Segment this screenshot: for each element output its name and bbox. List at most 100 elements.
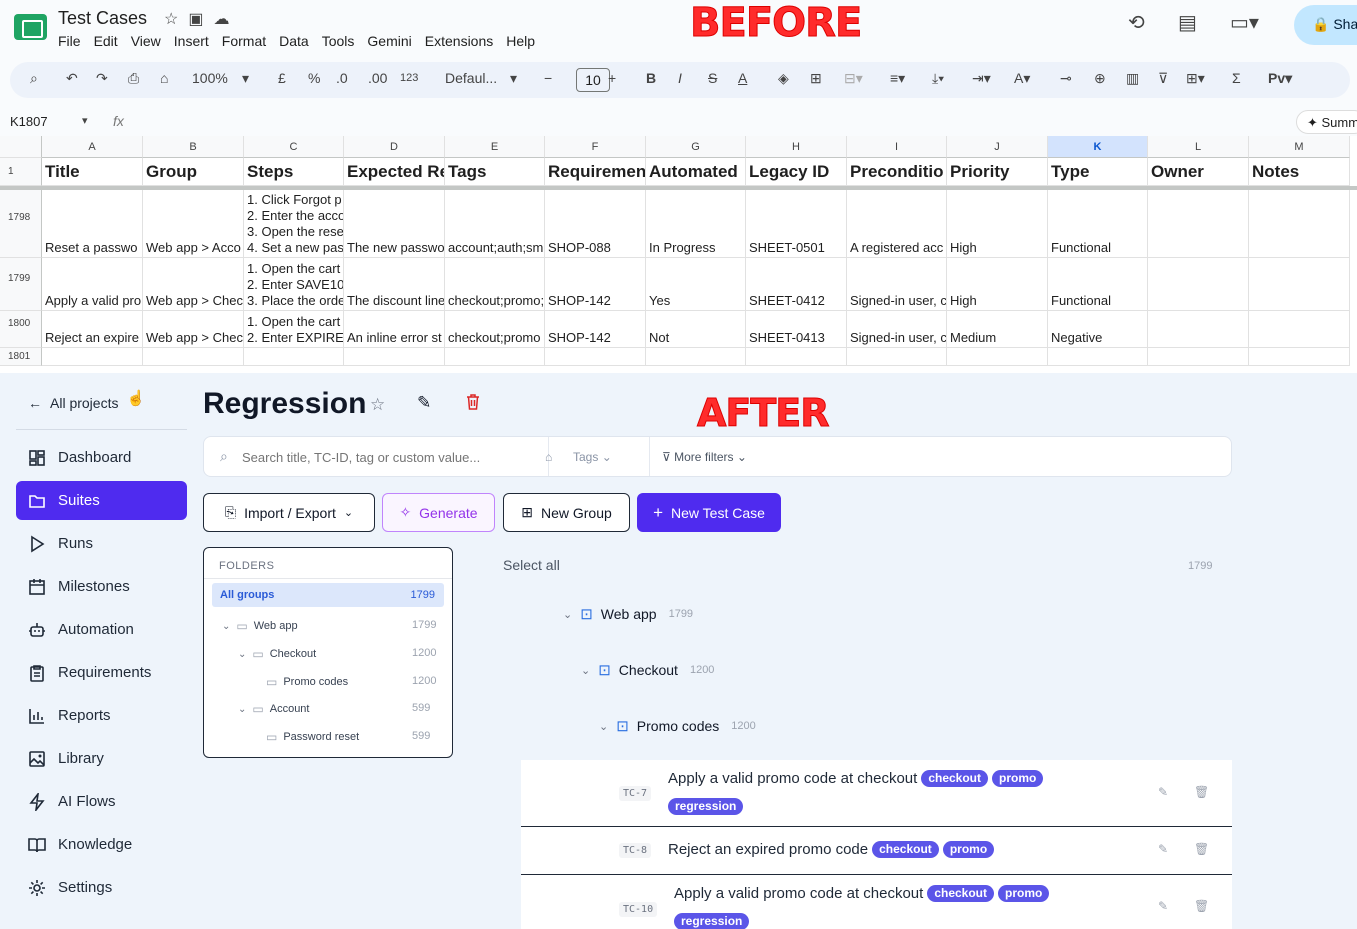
header-cell[interactable]: Automated — [646, 158, 746, 186]
tag-badge[interactable]: promo — [942, 841, 995, 858]
increase-font-icon[interactable]: + — [608, 70, 616, 86]
header-cell[interactable]: Group — [143, 158, 244, 186]
column-header-a[interactable]: A — [42, 136, 143, 158]
column-header-l[interactable]: L — [1148, 136, 1249, 158]
spreadsheet-grid[interactable]: A B C D E F G H I J K L M 1 Title Group Steps Expected Re… — [0, 136, 1357, 373]
table-cell[interactable]: SHEET-0413 — [746, 311, 847, 348]
input-tools-icon[interactable]: Pv▾ — [1268, 70, 1292, 87]
column-header-k[interactable]: K — [1048, 136, 1148, 158]
chevron-down-icon[interactable]: ⌄ — [581, 664, 590, 677]
test-case-title[interactable]: Apply a valid promo code at checkout chec… — [674, 885, 1050, 902]
trash-icon[interactable]: 🗑 — [1194, 785, 1209, 799]
sidebar-item-knowledge[interactable]: Knowledge — [16, 825, 187, 864]
search-input[interactable] — [242, 450, 532, 465]
align-icon[interactable]: ≡▾ — [890, 70, 905, 87]
tag-badge[interactable]: promo — [992, 770, 1044, 787]
table-cell[interactable] — [1249, 348, 1350, 366]
link-icon[interactable]: ⊸ — [1060, 70, 1072, 87]
table-cell[interactable]: The new passwo — [344, 190, 445, 258]
increase-decimal-button[interactable]: .00 — [368, 70, 387, 86]
all-projects-link[interactable]: ← All projects ☝ — [28, 390, 145, 411]
menu-item-help[interactable]: Help — [506, 33, 535, 49]
column-header-j[interactable]: J — [947, 136, 1048, 158]
table-icon[interactable]: ⊞▾ — [1186, 70, 1205, 87]
folder-all-groups[interactable]: All groups 1799 — [212, 583, 444, 607]
table-cell[interactable] — [1148, 258, 1249, 311]
table-cell[interactable]: checkout;promo — [445, 311, 545, 348]
table-cell[interactable]: 1. Open the cart 2. Enter SAVE10 3. Place … — [244, 258, 344, 311]
test-case-title[interactable]: Apply a valid promo code at checkout chec… — [668, 770, 1044, 787]
header-cell[interactable]: Owner — [1148, 158, 1249, 186]
table-cell[interactable] — [1249, 258, 1350, 311]
test-case-title[interactable]: Reject an expired promo code checkout prom… — [668, 841, 995, 858]
sidebar-item-library[interactable]: Library — [16, 739, 187, 778]
table-cell[interactable]: Web app > Chec — [143, 311, 244, 348]
table-cell[interactable]: Functional — [1048, 258, 1148, 311]
tag-badge[interactable]: regression — [668, 798, 744, 815]
table-cell[interactable]: Web app > Acco — [143, 190, 244, 258]
table-cell[interactable] — [42, 348, 143, 366]
column-header-h[interactable]: H — [746, 136, 847, 158]
new-group-button[interactable]: ⊞ New Group — [503, 493, 630, 532]
strikethrough-icon[interactable]: S — [708, 70, 717, 86]
sidebar-item-runs[interactable]: Runs — [16, 524, 187, 563]
chevron-down-icon[interactable]: ⌄ — [563, 608, 572, 621]
table-cell[interactable]: SHEET-0501 — [746, 190, 847, 258]
table-cell[interactable]: High — [947, 258, 1048, 311]
sidebar-item-automation[interactable]: Automation — [16, 610, 187, 649]
import-export-button[interactable]: ⎘ Import / Export ⌄ — [203, 493, 375, 532]
table-cell[interactable]: 1. Open the cart 2. Enter EXPIRE — [244, 311, 344, 348]
table-cell[interactable]: SHOP-088 — [545, 190, 646, 258]
table-cell[interactable] — [445, 348, 545, 366]
number-format-button[interactable]: 123 — [400, 72, 418, 84]
menu-item-file[interactable]: File — [58, 33, 81, 49]
header-cell[interactable]: Expected Re — [344, 158, 445, 186]
font-size-input[interactable]: 10 — [576, 68, 610, 92]
tree-group-checkout[interactable]: ⌄ ⊡ Checkout 1200 — [581, 661, 714, 679]
header-cell[interactable]: Preconditio — [847, 158, 947, 186]
chevron-down-icon[interactable]: ⌄ — [238, 649, 246, 660]
table-cell[interactable] — [847, 348, 947, 366]
table-cell[interactable] — [1249, 190, 1350, 258]
table-cell[interactable] — [344, 348, 445, 366]
text-color-icon[interactable]: A — [738, 70, 747, 86]
table-cell[interactable] — [545, 348, 646, 366]
row-header[interactable]: 1798 — [0, 190, 42, 258]
sheets-logo[interactable] — [14, 14, 47, 40]
sidebar-item-requirements[interactable]: Requirements — [16, 653, 187, 692]
table-cell[interactable]: Functional — [1048, 190, 1148, 258]
table-cell[interactable] — [1148, 348, 1249, 366]
row-header[interactable]: 1800 — [0, 311, 42, 348]
menu-item-format[interactable]: Format — [222, 33, 266, 49]
chevron-down-icon[interactable]: ▾ — [242, 70, 249, 87]
sidebar-item-suites[interactable]: Suites — [16, 481, 187, 520]
table-cell[interactable]: An inline error st — [344, 311, 445, 348]
table-cell[interactable]: SHOP-142 — [545, 258, 646, 311]
test-case-row[interactable]: TC-7 Apply a valid promo code at checkout… — [521, 760, 1232, 827]
table-cell[interactable]: SHOP-142 — [545, 311, 646, 348]
trash-icon[interactable]: 🗑 — [1194, 842, 1209, 856]
folder-item-checkout[interactable]: ⌄ ▭ Checkout — [238, 646, 436, 662]
move-folder-icon[interactable]: ▣ — [188, 11, 213, 28]
table-cell[interactable]: Negative — [1048, 311, 1148, 348]
redo-icon[interactable]: ↷ — [96, 70, 108, 87]
menu-item-edit[interactable]: Edit — [94, 33, 118, 49]
star-icon[interactable]: ☆ — [370, 395, 385, 415]
new-test-case-button[interactable]: + New Test Case — [637, 493, 781, 532]
menu-item-insert[interactable]: Insert — [174, 33, 209, 49]
header-cell[interactable]: Title — [42, 158, 143, 186]
table-cell[interactable]: Signed-in user, c — [847, 258, 947, 311]
table-cell[interactable]: In Progress — [646, 190, 746, 258]
column-header-m[interactable]: M — [1249, 136, 1350, 158]
table-cell[interactable] — [746, 348, 847, 366]
column-header-e[interactable]: E — [445, 136, 545, 158]
tags-filter[interactable]: ⌂ Tags ⌄ — [545, 437, 650, 476]
menu-item-gemini[interactable]: Gemini — [367, 33, 411, 49]
tag-badge[interactable]: regression — [674, 913, 750, 929]
tag-badge[interactable]: checkout — [927, 885, 994, 902]
table-cell[interactable] — [1048, 348, 1148, 366]
table-cell[interactable]: High — [947, 190, 1048, 258]
table-cell[interactable] — [646, 348, 746, 366]
header-cell[interactable]: Priority — [947, 158, 1048, 186]
comment-icon[interactable]: ⊕ — [1094, 70, 1106, 87]
